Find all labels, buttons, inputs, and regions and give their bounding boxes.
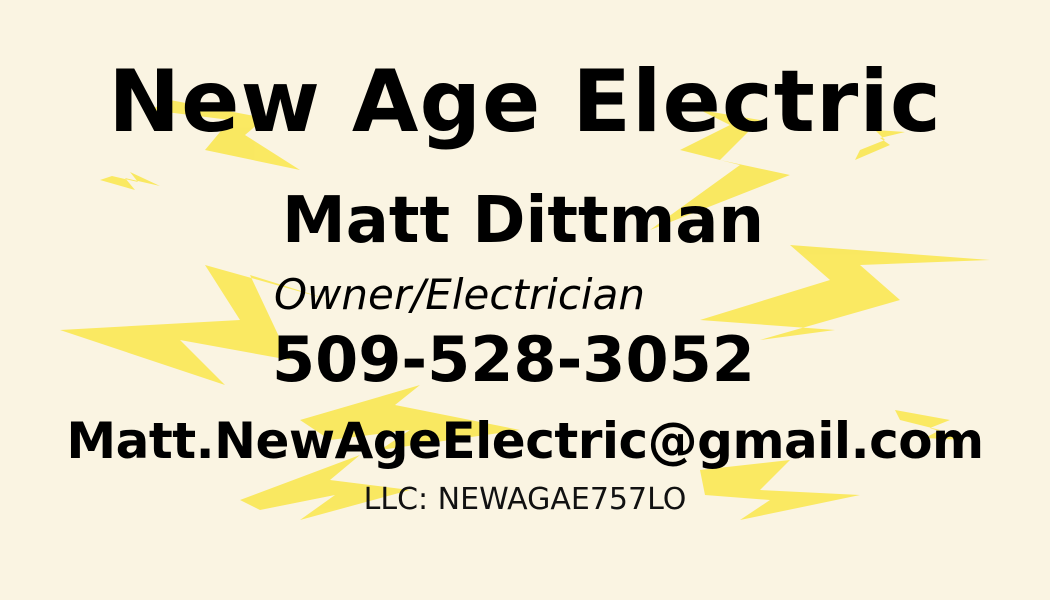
phone-number: 509-528-3052 xyxy=(272,323,755,396)
llc-number: LLC: NEWAGAE757LO xyxy=(363,482,687,517)
company-name: New Age Electric xyxy=(108,52,942,152)
person-name: Matt Dittman xyxy=(282,184,765,258)
lightning-bolt-icon xyxy=(100,172,160,190)
business-card: New Age Electric Matt Dittman Owner/Elec… xyxy=(0,0,1050,600)
job-title: Owner/Electrician xyxy=(274,270,645,319)
email-address: Matt.NewAgeElectric@gmail.com xyxy=(66,412,984,470)
